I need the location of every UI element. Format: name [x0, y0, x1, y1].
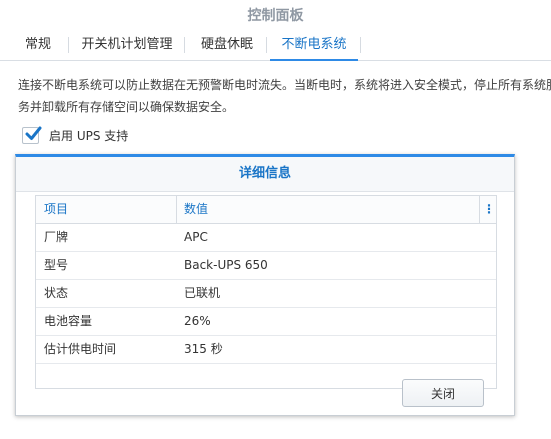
checkmark-icon — [25, 126, 42, 140]
row-value: 已联机 — [184, 286, 221, 300]
close-button[interactable]: 关闭 — [402, 379, 484, 407]
details-grid: 项目 数值 ⋮ 厂牌 APC 型号 Back-UPS 650 状态 已联机 电池… — [35, 195, 497, 389]
enable-ups-row: 启用 UPS 支持 — [22, 125, 128, 145]
row-value: 315 秒 — [184, 342, 223, 356]
table-row[interactable]: 厂牌 APC — [36, 224, 496, 252]
row-value: APC — [184, 230, 208, 244]
tab-general[interactable]: 常规 — [14, 30, 62, 60]
tab-hdd-hibernation[interactable]: 硬盘休眠 — [191, 30, 263, 60]
row-item: 估计供电时间 — [44, 342, 117, 356]
tab-bar: 常规 开关机计划管理 硬盘休眠 不断电系统 — [0, 30, 551, 61]
enable-ups-checkbox[interactable] — [22, 126, 42, 144]
tab-divider — [266, 37, 267, 53]
window-title: 控制面板 — [247, 8, 304, 24]
ups-description: 连接不断电系统可以防止数据在无预警断电时流失。当断电时，系统将进入安全模式，停止… — [18, 78, 551, 114]
dialog-title: 详细信息 — [16, 157, 514, 192]
column-divider — [479, 196, 480, 223]
tab-ups[interactable]: 不断电系统 — [270, 30, 358, 61]
table-row[interactable]: 状态 已联机 — [36, 280, 496, 308]
column-header-value[interactable]: 数值 — [184, 196, 208, 223]
row-item: 状态 — [44, 286, 69, 300]
tab-divider — [68, 37, 69, 53]
row-value: Back-UPS 650 — [184, 258, 268, 272]
row-item: 型号 — [44, 258, 69, 272]
row-item: 厂牌 — [44, 230, 69, 244]
table-row[interactable]: 电池容量 26% — [36, 308, 496, 336]
enable-ups-label: 启用 UPS 支持 — [49, 128, 129, 143]
tab-power-schedule[interactable]: 开关机计划管理 — [76, 30, 178, 60]
row-value: 26% — [184, 314, 211, 328]
details-dialog: 详细信息 项目 数值 ⋮ 厂牌 APC 型号 Back-UPS 650 状态 已… — [15, 154, 515, 416]
tab-divider — [360, 37, 361, 53]
column-header-item[interactable]: 项目 — [44, 196, 68, 223]
column-divider — [176, 196, 177, 223]
column-menu-icon[interactable]: ⋮ — [482, 196, 496, 223]
grid-header: 项目 数值 ⋮ — [36, 196, 496, 224]
table-row[interactable]: 估计供电时间 315 秒 — [36, 336, 496, 364]
table-row[interactable]: 型号 Back-UPS 650 — [36, 252, 496, 280]
row-item: 电池容量 — [44, 314, 93, 328]
tab-divider — [184, 37, 185, 53]
